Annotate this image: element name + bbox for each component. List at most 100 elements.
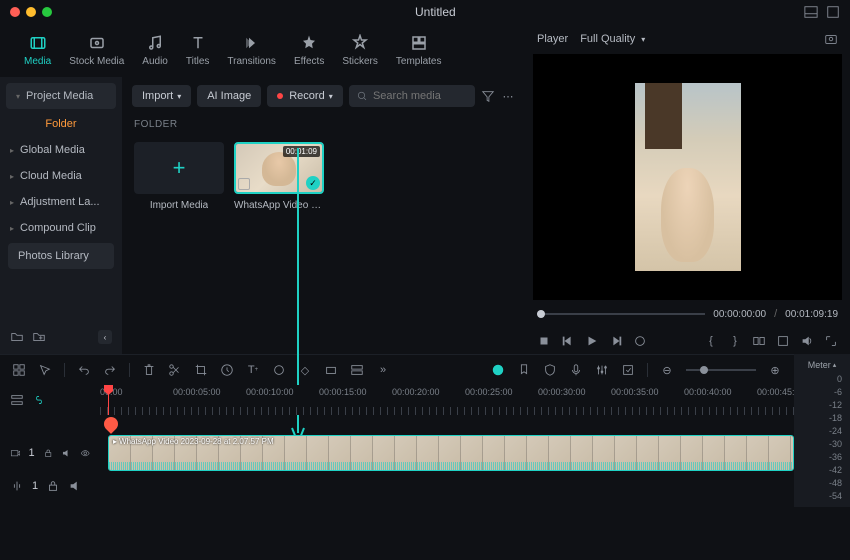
fullscreen-icon[interactable] bbox=[826, 5, 840, 19]
zoom-in-icon[interactable]: ⊕ bbox=[768, 363, 782, 377]
next-frame-button[interactable] bbox=[609, 334, 623, 348]
folder-heading: FOLDER bbox=[122, 115, 525, 134]
timecode-current: 00:00:00:00 bbox=[713, 309, 766, 320]
titlebar: Untitled bbox=[0, 0, 850, 24]
tl-keyframe-icon[interactable]: ◇ bbox=[298, 363, 312, 377]
prev-frame-button[interactable] bbox=[561, 334, 575, 348]
tab-titles[interactable]: Titles bbox=[178, 30, 218, 71]
sidebar-project-media[interactable]: ▾Project Media bbox=[6, 83, 116, 109]
mark-in-icon[interactable]: { bbox=[704, 334, 718, 348]
ai-image-button[interactable]: AI Image bbox=[197, 85, 261, 107]
tab-audio[interactable]: Audio bbox=[134, 30, 176, 71]
sidebar-folder[interactable]: Folder bbox=[0, 111, 122, 137]
tab-stock-media[interactable]: Stock Media bbox=[61, 30, 132, 71]
volume-icon[interactable] bbox=[800, 334, 814, 348]
zoom-slider[interactable] bbox=[686, 369, 756, 371]
expand-icon[interactable] bbox=[824, 334, 838, 348]
tab-templates[interactable]: Templates bbox=[388, 30, 450, 71]
tl-render-icon[interactable] bbox=[621, 363, 635, 377]
minimize-window[interactable] bbox=[26, 7, 36, 17]
sidebar-photos-library[interactable]: Photos Library bbox=[8, 243, 114, 269]
plus-icon: + bbox=[173, 155, 186, 181]
preview-frame bbox=[635, 83, 741, 271]
tl-speed-icon[interactable] bbox=[220, 363, 234, 377]
tl-split-icon[interactable] bbox=[168, 363, 182, 377]
media-sidebar: ▾Project Media Folder ▸Global Media ▸Clo… bbox=[0, 77, 122, 354]
tl-mic-icon[interactable] bbox=[569, 363, 583, 377]
video-track-icon[interactable] bbox=[10, 446, 20, 460]
media-clip-tile[interactable]: 00:01:09 ✓ WhatsApp Video 202… bbox=[234, 142, 324, 211]
search-input[interactable] bbox=[373, 90, 467, 102]
search-icon bbox=[357, 90, 367, 102]
audio-track-icon[interactable] bbox=[10, 479, 24, 493]
record-button[interactable]: Record▾ bbox=[267, 85, 342, 107]
new-folder-icon[interactable] bbox=[10, 330, 24, 344]
import-button[interactable]: Import▾ bbox=[132, 85, 191, 107]
tl-shield-icon[interactable] bbox=[543, 363, 557, 377]
timeline-marker[interactable] bbox=[101, 414, 121, 434]
tl-mixer-icon[interactable] bbox=[595, 363, 609, 377]
video-clip[interactable]: ▸WhatsApp Video 2023-09-28 at 2.07.57 PM bbox=[108, 435, 794, 471]
sidebar-cloud-media[interactable]: ▸Cloud Media bbox=[0, 163, 122, 189]
playhead[interactable] bbox=[108, 385, 109, 415]
media-tabs: Media Stock Media Audio Titles Transitio… bbox=[0, 24, 525, 77]
close-window[interactable] bbox=[10, 7, 20, 17]
tab-effects[interactable]: Effects bbox=[286, 30, 332, 71]
maximize-window[interactable] bbox=[42, 7, 52, 17]
video-track-header: 1 bbox=[0, 446, 100, 460]
tl-select-icon[interactable] bbox=[38, 363, 52, 377]
clip-type-icon bbox=[238, 178, 250, 190]
tl-detach-icon[interactable] bbox=[350, 363, 364, 377]
filter-icon[interactable] bbox=[481, 89, 495, 103]
tl-ai-icon[interactable] bbox=[491, 363, 505, 377]
tl-undo-icon[interactable] bbox=[77, 363, 91, 377]
tl-mask-icon[interactable] bbox=[324, 363, 338, 377]
clip-icon: ▸ bbox=[113, 437, 117, 446]
tl-text-icon[interactable]: T+ bbox=[246, 363, 260, 377]
tab-media[interactable]: Media bbox=[16, 30, 59, 71]
track-visible-icon[interactable] bbox=[80, 446, 90, 460]
meter-label[interactable]: Meter▴ bbox=[798, 358, 846, 372]
sidebar-collapse[interactable]: ‹ bbox=[98, 330, 112, 344]
link-icon[interactable] bbox=[32, 393, 46, 407]
compare-icon[interactable] bbox=[752, 334, 766, 348]
sidebar-adjustment-layer[interactable]: ▸Adjustment La... bbox=[0, 189, 122, 215]
search-box[interactable] bbox=[349, 85, 475, 107]
timeline-ruler[interactable]: 00:0000:00:05:0000:00:10:0000:00:15:0000… bbox=[100, 385, 794, 415]
tl-marker-icon[interactable] bbox=[517, 363, 531, 377]
play-button[interactable] bbox=[585, 334, 599, 348]
stop-button[interactable] bbox=[537, 334, 551, 348]
audio-mute-icon[interactable] bbox=[68, 479, 82, 493]
more-icon[interactable]: ⋯ bbox=[501, 89, 515, 103]
zoom-out-icon[interactable]: ⊖ bbox=[660, 363, 674, 377]
import-media-tile[interactable]: + Import Media bbox=[134, 142, 224, 211]
player-label: Player bbox=[537, 33, 568, 45]
crop-icon[interactable] bbox=[776, 334, 790, 348]
new-bin-icon[interactable] bbox=[32, 330, 46, 344]
timeline-toolbar: T+ ◇ » ⊖ ⊕ bbox=[0, 355, 794, 385]
tl-grid-icon[interactable] bbox=[12, 363, 26, 377]
tl-crop-icon[interactable] bbox=[194, 363, 208, 377]
duration-badge: 00:01:09 bbox=[283, 146, 320, 157]
preview-viewport[interactable] bbox=[533, 54, 842, 300]
mark-out-icon[interactable]: } bbox=[728, 334, 742, 348]
scrub-bar[interactable] bbox=[537, 313, 705, 315]
tab-stickers[interactable]: Stickers bbox=[334, 30, 386, 71]
tl-more-icon[interactable]: » bbox=[376, 363, 390, 377]
timecode-total: 00:01:09:19 bbox=[785, 309, 838, 320]
track-mute-icon[interactable] bbox=[61, 446, 71, 460]
quality-dropdown[interactable]: Full Quality▾ bbox=[580, 33, 645, 45]
layout-icon[interactable] bbox=[804, 5, 818, 19]
sidebar-global-media[interactable]: ▸Global Media bbox=[0, 137, 122, 163]
check-icon: ✓ bbox=[306, 176, 320, 190]
tl-redo-icon[interactable] bbox=[103, 363, 117, 377]
tl-color-icon[interactable] bbox=[272, 363, 286, 377]
track-lock-icon[interactable] bbox=[43, 446, 53, 460]
track-options-icon[interactable] bbox=[10, 393, 24, 407]
audio-lock-icon[interactable] bbox=[46, 479, 60, 493]
sidebar-compound-clip[interactable]: ▸Compound Clip bbox=[0, 215, 122, 241]
tl-delete-icon[interactable] bbox=[142, 363, 156, 377]
loop-button[interactable] bbox=[633, 334, 647, 348]
snapshot-icon[interactable] bbox=[824, 32, 838, 46]
tab-transitions[interactable]: Transitions bbox=[219, 30, 284, 71]
